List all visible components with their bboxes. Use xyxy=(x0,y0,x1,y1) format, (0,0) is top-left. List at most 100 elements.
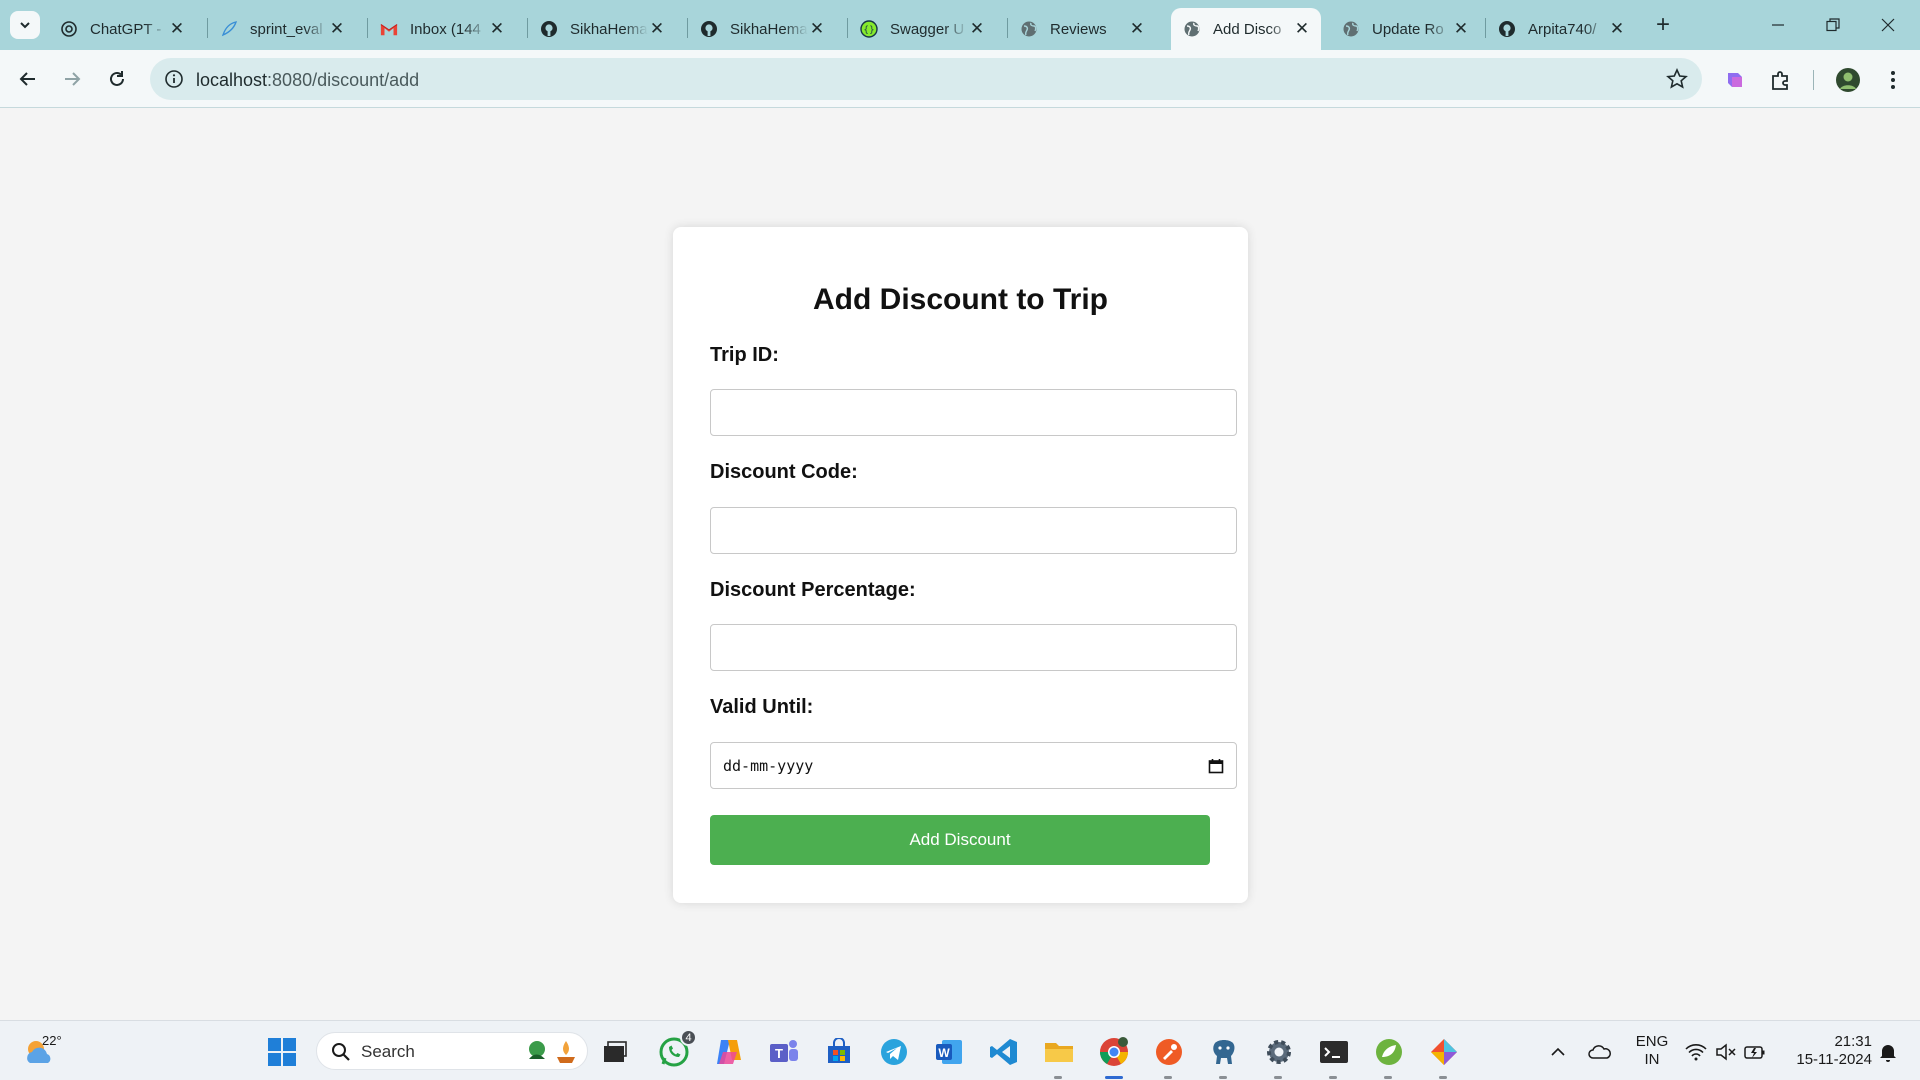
svg-text:T: T xyxy=(775,1046,783,1061)
github-icon xyxy=(700,20,718,38)
site-info-icon[interactable] xyxy=(164,69,184,89)
tab-title: Swagger U xyxy=(890,20,965,38)
spring-tool-app[interactable] xyxy=(1372,1035,1406,1079)
postgresql-elephant-icon xyxy=(1213,1040,1235,1064)
arrow-left-icon xyxy=(19,72,35,86)
notification-badge: 4 xyxy=(680,1029,697,1046)
show-hidden-icons-button[interactable] xyxy=(1546,1035,1570,1069)
language-indicator[interactable]: ENG IN xyxy=(1632,1033,1672,1069)
postman-icon xyxy=(1156,1039,1182,1065)
browser-toolbar: localhost:8080/discount/add xyxy=(0,50,1920,108)
restore-button[interactable] xyxy=(1810,10,1856,40)
word-app[interactable]: W xyxy=(932,1035,966,1069)
terminal-app[interactable] xyxy=(1317,1035,1351,1079)
discount-form-card: Add Discount to Trip Trip ID: Discount C… xyxy=(673,227,1248,903)
file-explorer-app[interactable] xyxy=(1042,1035,1076,1079)
globe-icon xyxy=(1183,20,1201,38)
tab-title: Update Ro xyxy=(1372,20,1444,38)
tab-github-3[interactable]: Arpita740/ ✕ xyxy=(1486,8,1636,50)
onedrive-tray[interactable] xyxy=(1585,1035,1615,1069)
clock-time: 21:31 xyxy=(1834,1033,1872,1050)
discount-code-label: Discount Code: xyxy=(710,461,858,483)
tab-chatgpt[interactable]: ChatGPT - ✕ xyxy=(48,8,196,50)
back-button[interactable] xyxy=(12,63,44,95)
search-highlight-icon xyxy=(529,1041,575,1063)
tab-reviews[interactable]: Reviews ✕ xyxy=(1008,8,1156,50)
tab-update[interactable]: Update Ro ✕ xyxy=(1330,8,1480,50)
postgresql-app[interactable] xyxy=(1207,1035,1241,1079)
close-icon[interactable]: ✕ xyxy=(808,19,826,38)
discount-code-input[interactable] xyxy=(710,507,1237,554)
minimize-button[interactable] xyxy=(1755,10,1801,40)
telegram-app[interactable] xyxy=(877,1035,911,1069)
trip-id-input[interactable] xyxy=(710,389,1237,436)
browser-menu-button[interactable] xyxy=(1880,67,1906,93)
volume-tray[interactable] xyxy=(1713,1035,1739,1069)
mongodb-leaf-icon xyxy=(220,20,238,38)
tab-title: SikhaHema xyxy=(570,20,648,38)
tab-add-discount[interactable]: Add Disco ✕ xyxy=(1171,8,1321,50)
bookmark-star-icon[interactable] xyxy=(1666,68,1688,90)
microsoft-store-app[interactable] xyxy=(822,1035,856,1069)
browser-tab-strip: ChatGPT - ✕ sprint_eval ✕ Inbox (144 ✕ S… xyxy=(0,0,1920,50)
tab-search-button[interactable] xyxy=(10,11,40,39)
tab-github-1[interactable]: SikhaHema ✕ xyxy=(528,8,676,50)
task-view-button[interactable] xyxy=(598,1035,632,1069)
discount-percentage-input[interactable] xyxy=(710,624,1237,671)
calendar-icon[interactable] xyxy=(1208,758,1224,774)
close-icon[interactable]: ✕ xyxy=(488,19,506,38)
close-icon[interactable]: ✕ xyxy=(968,19,986,38)
close-icon[interactable]: ✕ xyxy=(1128,19,1146,38)
chrome-icon xyxy=(1100,1037,1128,1066)
wifi-icon xyxy=(1685,1044,1707,1061)
battery-tray[interactable] xyxy=(1742,1035,1768,1069)
folder-icon xyxy=(1045,1043,1073,1062)
whatsapp-app[interactable]: 4 xyxy=(657,1029,697,1069)
bell-icon xyxy=(1880,1045,1896,1062)
settings-app[interactable] xyxy=(1262,1035,1296,1079)
extensions-puzzle-icon[interactable] xyxy=(1768,67,1794,93)
date-placeholder: dd-mm-yyyy xyxy=(723,756,814,775)
reload-button[interactable] xyxy=(101,63,133,95)
clock[interactable]: 21:31 15-11-2024 xyxy=(1780,1033,1872,1069)
postman-app[interactable] xyxy=(1152,1035,1186,1079)
globe-icon xyxy=(1020,20,1038,38)
chevron-down-icon xyxy=(20,22,30,29)
extension-gradient-icon[interactable] xyxy=(1722,67,1748,93)
close-icon[interactable]: ✕ xyxy=(1293,19,1311,38)
address-bar[interactable]: localhost:8080/discount/add xyxy=(150,58,1702,100)
taskbar-search[interactable]: Search xyxy=(316,1032,588,1070)
battery-charging-icon xyxy=(1744,1046,1765,1059)
close-icon[interactable]: ✕ xyxy=(328,19,346,38)
teams-app[interactable]: T xyxy=(767,1035,801,1069)
tab-gmail-inbox[interactable]: Inbox (144 ✕ xyxy=(368,8,516,50)
git-client-app[interactable] xyxy=(1427,1035,1461,1079)
tab-title: ChatGPT - xyxy=(90,20,162,38)
vscode-icon xyxy=(990,1039,1017,1065)
start-button[interactable] xyxy=(265,1035,299,1069)
tab-github-2[interactable]: SikhaHema ✕ xyxy=(688,8,836,50)
close-icon[interactable]: ✕ xyxy=(1608,19,1626,38)
profile-avatar[interactable] xyxy=(1835,67,1861,93)
tab-sprint-eval[interactable]: sprint_eval ✕ xyxy=(208,8,356,50)
chrome-app[interactable] xyxy=(1097,1035,1131,1079)
valid-until-label: Valid Until: xyxy=(710,696,814,718)
forward-button[interactable] xyxy=(56,63,88,95)
close-icon[interactable]: ✕ xyxy=(648,19,666,38)
cloud-icon xyxy=(1588,1045,1611,1059)
wifi-tray[interactable] xyxy=(1682,1035,1710,1069)
weather-temperature: 22° xyxy=(42,1033,62,1048)
close-icon[interactable]: ✕ xyxy=(168,19,186,38)
close-window-button[interactable] xyxy=(1865,10,1911,40)
close-icon[interactable]: ✕ xyxy=(1452,19,1470,38)
volume-muted-icon xyxy=(1716,1043,1736,1061)
tab-swagger[interactable]: {} Swagger U ✕ xyxy=(848,8,996,50)
valid-until-date-input[interactable]: dd-mm-yyyy xyxy=(710,742,1237,789)
region-code: IN xyxy=(1644,1051,1660,1068)
vscode-app[interactable] xyxy=(987,1035,1021,1069)
new-tab-button[interactable]: + xyxy=(1650,11,1676,38)
weather-widget[interactable]: 22° xyxy=(22,1031,66,1071)
notifications-button[interactable] xyxy=(1875,1035,1901,1069)
add-discount-button[interactable]: Add Discount xyxy=(710,815,1210,865)
copilot-app[interactable] xyxy=(712,1035,746,1069)
